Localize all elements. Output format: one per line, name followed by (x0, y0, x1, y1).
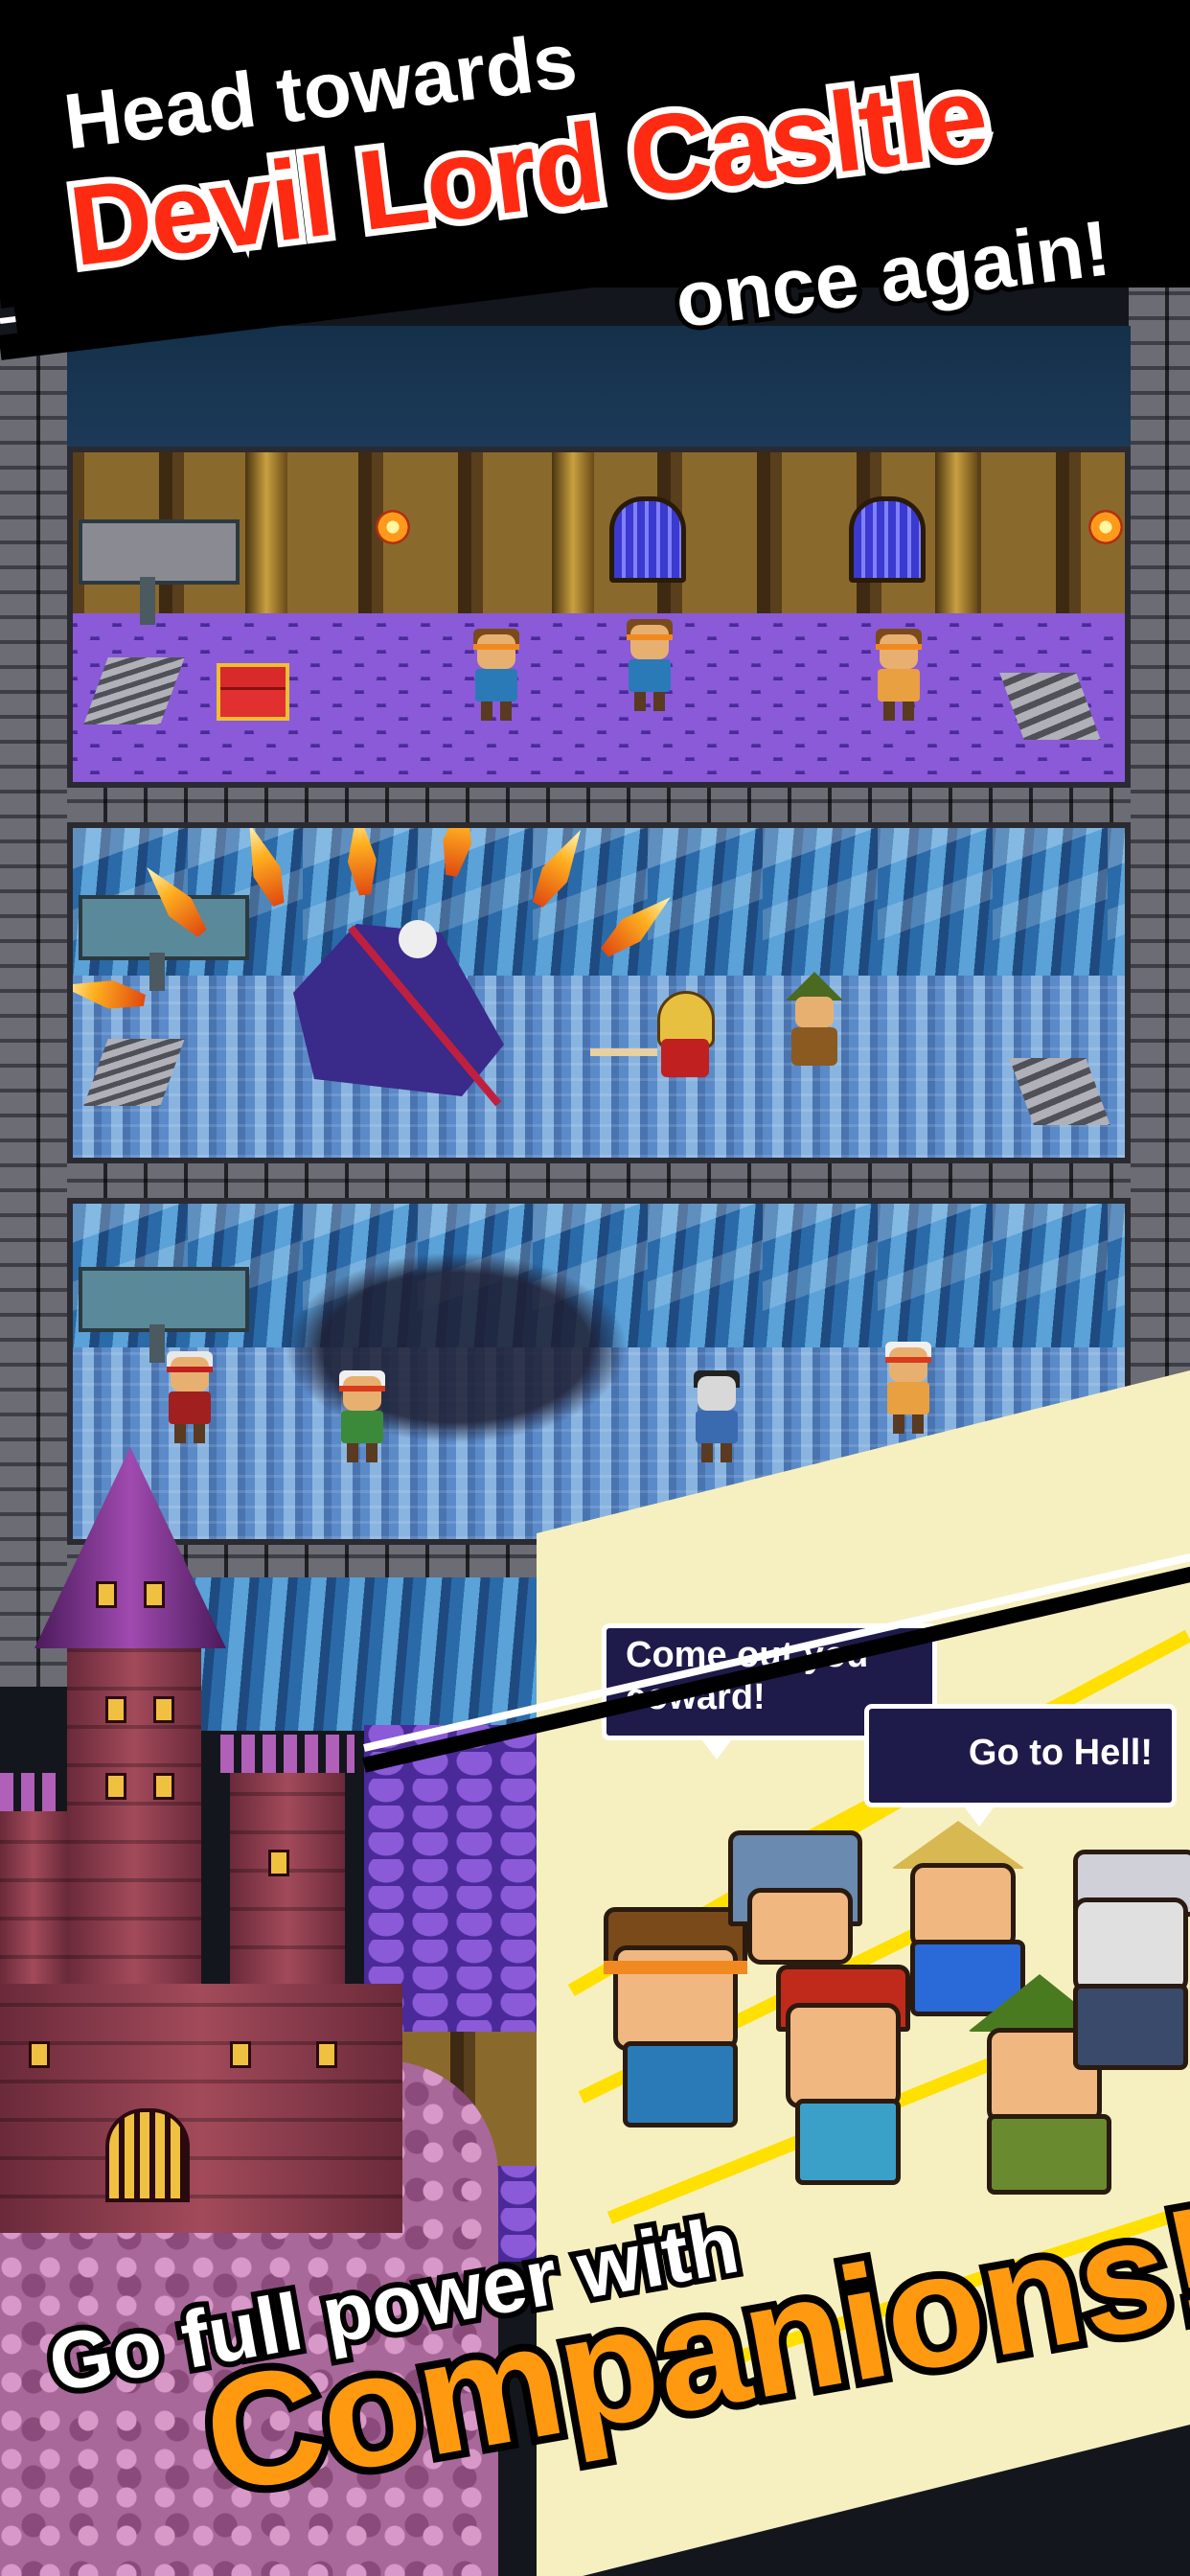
hero-sprite (868, 629, 929, 721)
signpost-pole (149, 953, 165, 991)
speech-bubble-tail (699, 1736, 734, 1760)
arched-window (609, 496, 686, 583)
castle-battlement (0, 1773, 57, 1811)
ranger-sprite (782, 972, 849, 1077)
castle-window (29, 2041, 50, 2068)
torch-icon (376, 510, 410, 544)
castle-window (144, 1581, 165, 1608)
stone-divider-1 (67, 786, 1131, 824)
castle-battlement (220, 1735, 355, 1773)
castle-window (230, 2041, 251, 2068)
samurai-sprite (686, 1370, 753, 1472)
arched-window (849, 496, 926, 583)
fighter-sprite (878, 1342, 939, 1434)
castle-gate (105, 2108, 190, 2202)
castle-window (316, 2041, 337, 2068)
treasure-chest-icon (217, 663, 289, 721)
signpost-pole (140, 577, 155, 625)
castle-window (105, 1773, 126, 1800)
speech-bubble-hell: Go to Hell! (864, 1704, 1177, 1807)
signpost (79, 1267, 249, 1332)
castle-spire-roof (34, 1447, 226, 1648)
pillar (552, 452, 594, 631)
warrior-sprite (159, 1351, 220, 1443)
ceiling-dark (67, 326, 1131, 450)
torch-icon (1088, 510, 1123, 544)
floor-castle-hall (67, 447, 1131, 788)
pillar (935, 452, 977, 631)
castle-window (268, 1850, 289, 1876)
wooden-signpost (79, 519, 240, 585)
hero-sprite (619, 619, 680, 711)
gold-knight-sprite (590, 991, 724, 1087)
castle-keep (0, 1984, 402, 2233)
party-hero-samurai (1064, 1850, 1190, 2070)
castle-window (153, 1773, 174, 1800)
hero-sprite (466, 629, 527, 721)
pillar (245, 452, 287, 631)
castle-window (105, 1696, 126, 1723)
reaper-skull-icon (399, 920, 437, 958)
castle-window (96, 1581, 117, 1608)
speech-bubble-tail (962, 1804, 996, 1827)
ice-floor (73, 976, 1125, 1158)
castle-window (153, 1696, 174, 1723)
floor-ice-cave-battle (67, 822, 1131, 1163)
game-screenshot: Come out you coward! Go to Hell! Head to… (0, 0, 1190, 2576)
